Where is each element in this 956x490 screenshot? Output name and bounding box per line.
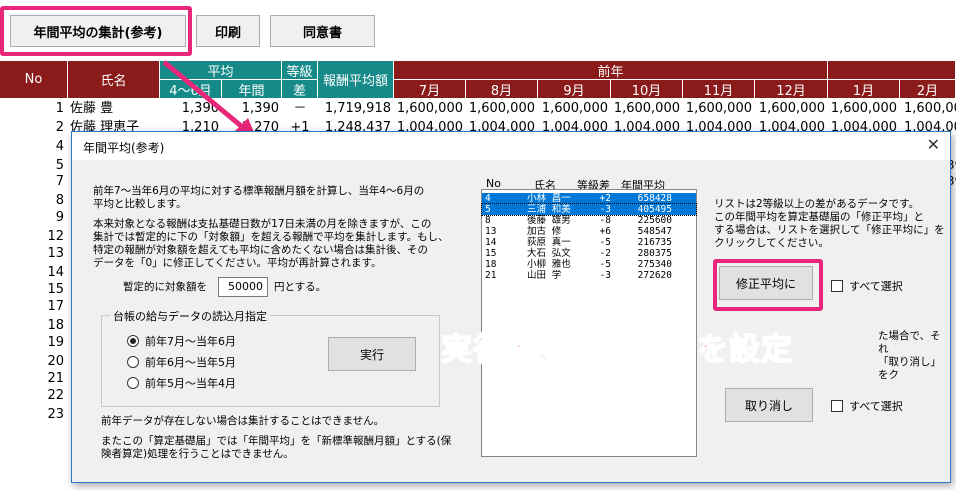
radio-option-may-apr[interactable]: 前年5月～当年4月 bbox=[127, 375, 236, 391]
cancel-button[interactable]: 取り消し bbox=[725, 388, 813, 422]
row-month-value: 1,600,000 bbox=[541, 101, 608, 116]
list-item[interactable]: 4 小林 昌一 +2 658428 bbox=[482, 193, 696, 204]
threshold-label: 暫定的に対象額を bbox=[123, 281, 207, 293]
row-no: 13 bbox=[47, 246, 64, 261]
radio-option-jul-jun[interactable]: 前年7月～当年6月 bbox=[127, 333, 236, 349]
annotation-text: 実行後、修正平均を設定 bbox=[440, 331, 793, 369]
list-item[interactable]: 13 加古 修 +6 548547 bbox=[482, 226, 696, 237]
list-item[interactable]: 18 小柳 雅也 -5 275340 bbox=[482, 259, 696, 270]
table-row[interactable]: 1 佐藤 豊 1,390 1,390 － 1,719,918 1,600,000… bbox=[0, 99, 956, 118]
header-month: 9月 bbox=[538, 80, 611, 99]
radio-icon bbox=[127, 356, 139, 368]
list-item[interactable]: 5 三浦 和美 -3 405495 bbox=[481, 203, 697, 216]
radio-option-jun-may[interactable]: 前年6月～当年5月 bbox=[127, 354, 236, 370]
list-item[interactable]: 14 荻原 真一 -5 216735 bbox=[482, 237, 696, 248]
row-month-value: 1,600,00 bbox=[904, 101, 956, 116]
header-month: 11月 bbox=[683, 80, 755, 99]
header-month: 1月 bbox=[828, 80, 900, 99]
screen: { "toolbar": { "annual_avg_button": "年間平… bbox=[0, 0, 956, 490]
header-month: 8月 bbox=[466, 80, 538, 99]
row-no: 22 bbox=[47, 388, 64, 403]
row-diff: － bbox=[293, 101, 307, 116]
dialog-titlebar: 年間平均(参考) ✕ bbox=[72, 132, 950, 160]
row-month-value: 1,600,000 bbox=[685, 101, 752, 116]
close-icon[interactable]: ✕ bbox=[927, 135, 940, 154]
row-no: 23 bbox=[47, 407, 64, 422]
header-month: 2月 bbox=[900, 80, 956, 99]
row-month-value: 1,600,000 bbox=[758, 101, 825, 116]
header-prev-year: 前年 bbox=[394, 61, 828, 80]
note-2: またこの「算定基礎届」では「年間平均」を「新標準報酬月額」とする(保 険者算定)… bbox=[101, 435, 452, 460]
list-item[interactable]: 15 大石 弘文 -2 280375 bbox=[482, 248, 696, 259]
header-reward-average: 報酬平均額 bbox=[318, 61, 394, 99]
row-no: 1 bbox=[55, 101, 64, 116]
row-no: 17 bbox=[47, 299, 64, 314]
select-all-checkbox-1[interactable]: すべて選択 bbox=[831, 278, 903, 294]
row-no: 2 bbox=[55, 120, 64, 135]
radio-icon bbox=[127, 335, 139, 347]
diff-listbox[interactable]: 4 小林 昌一 +2 658428 5 三浦 和美 -3 405495 8 後藤… bbox=[481, 189, 697, 457]
instruction-text-2-fragment: た場合で、それ 「取り消し」をク bbox=[878, 330, 941, 381]
header-month: 7月 bbox=[394, 80, 466, 99]
header-name: 氏名 bbox=[68, 61, 160, 99]
description-2: 本来対象となる報酬は支払基礎日数が17日未満の月を除きますが、この 集計では暫定… bbox=[93, 218, 449, 269]
list-item[interactable]: 21 山田 学 -3 272620 bbox=[482, 270, 696, 281]
row-month-value: 1,600,000 bbox=[830, 101, 897, 116]
dialog-title: 年間平均(参考) bbox=[83, 141, 165, 155]
header-no: No bbox=[0, 61, 68, 99]
row-name: 佐藤 豊 bbox=[70, 101, 114, 116]
checkbox-icon bbox=[831, 280, 843, 292]
threshold-input[interactable]: 50000 bbox=[218, 277, 268, 297]
highlight-frame bbox=[713, 259, 823, 311]
row-no: 9 bbox=[55, 210, 64, 225]
consent-button[interactable]: 同意書 bbox=[270, 15, 375, 47]
list-item[interactable]: 8 後藤 雄男 -8 225600 bbox=[482, 215, 696, 226]
description-1: 前年7～当年6月の平均に対する標準報酬月額を計算し、当年4～6月の 平均と比較し… bbox=[93, 185, 425, 210]
row-no: 7 bbox=[55, 174, 64, 189]
checkbox-icon bbox=[831, 400, 843, 412]
row-month-value: 1,600,000 bbox=[396, 101, 463, 116]
row-month-value: 1,600,000 bbox=[468, 101, 535, 116]
row-reward: 1,719,918 bbox=[324, 101, 391, 116]
print-button[interactable]: 印刷 bbox=[196, 15, 260, 47]
highlight-frame bbox=[0, 6, 192, 56]
select-all-checkbox-2[interactable]: すべて選択 bbox=[831, 398, 903, 414]
row-no: 19 bbox=[47, 335, 64, 350]
note-1: 前年データが存在しない場合は集計することはできません。 bbox=[101, 415, 385, 427]
threshold-suffix: 円とする。 bbox=[274, 281, 327, 293]
run-button[interactable]: 実行 bbox=[328, 337, 416, 371]
header-current-year bbox=[828, 61, 956, 80]
header-month: 10月 bbox=[611, 80, 683, 99]
header-grade-diff-bottom: 差 bbox=[282, 80, 318, 99]
instruction-text: リストは2等級以上の差があるデータです。 この年間平均を算定基礎届の「修正平均」… bbox=[714, 198, 945, 249]
header-grade-diff-top: 等級 bbox=[282, 61, 318, 80]
group-label: 台帳の給与データの読込月指定 bbox=[110, 308, 270, 324]
row-month-value: 1,600,000 bbox=[613, 101, 680, 116]
header-month: 12月 bbox=[755, 80, 828, 99]
radio-icon bbox=[127, 377, 139, 389]
row-no: 4 bbox=[55, 139, 64, 154]
